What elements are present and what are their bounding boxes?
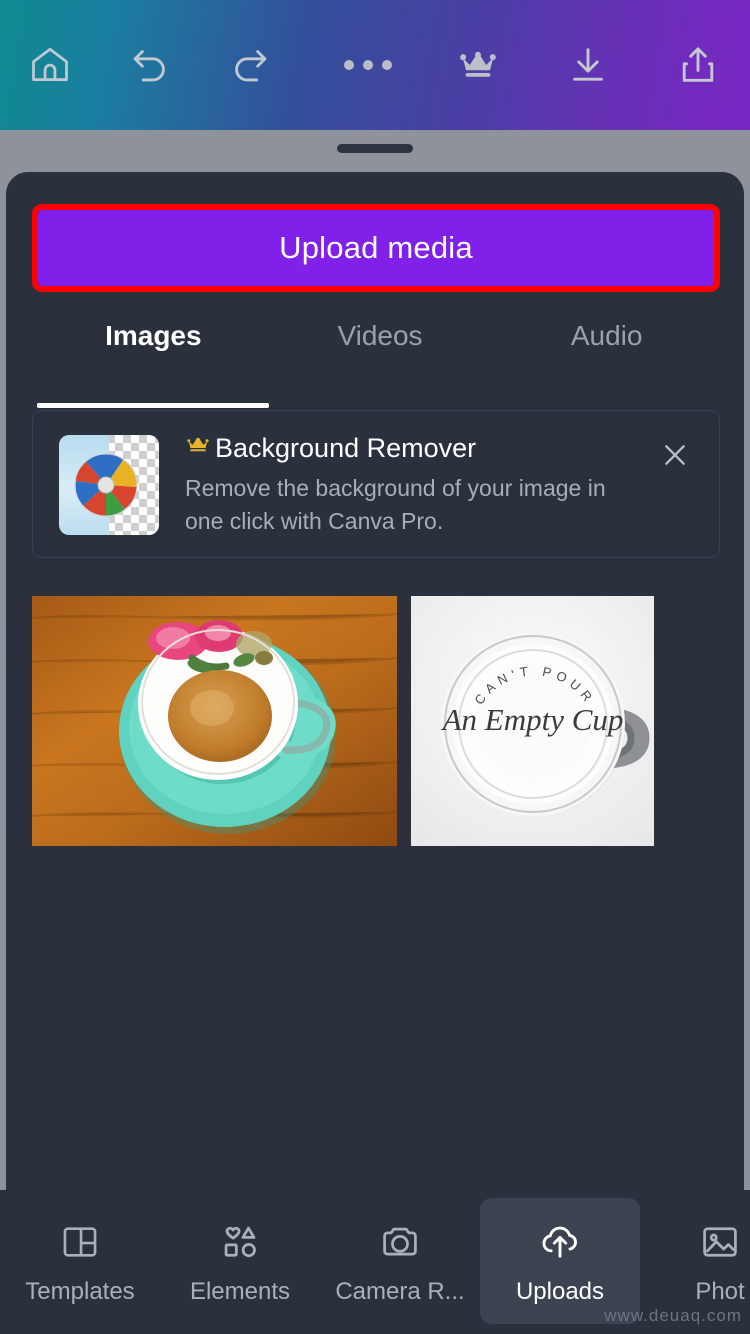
more-dots	[344, 60, 392, 70]
nav-label-photos: Phot	[695, 1278, 745, 1305]
upload-media-button[interactable]: Upload media	[38, 210, 714, 286]
crown-badge-icon	[185, 433, 211, 464]
toolbar-right-group	[338, 35, 750, 95]
download-icon[interactable]	[558, 35, 618, 95]
upload-media-highlight: Upload media	[32, 204, 720, 292]
promo-title-row: Background Remover	[185, 433, 645, 464]
toolbar-left-group	[0, 35, 280, 95]
nav-label-camera-roll: Camera R...	[335, 1278, 465, 1305]
nav-item-elements[interactable]: Elements	[160, 1198, 320, 1324]
templates-icon	[59, 1216, 101, 1268]
nav-item-templates[interactable]: Templates	[0, 1198, 160, 1324]
camera-icon	[378, 1216, 422, 1268]
upload-thumbnail-empty-cup[interactable]: CAN'T POUR FROM An Empty Cup	[411, 596, 654, 846]
tab-images[interactable]: Images	[37, 314, 270, 408]
crown-icon[interactable]	[448, 35, 508, 95]
tab-audio-label: Audio	[570, 320, 643, 351]
nav-item-camera-roll[interactable]: Camera R...	[320, 1198, 480, 1324]
undo-icon[interactable]	[120, 35, 180, 95]
canva-editor-screen: Upload media Images Videos Audio Backgro…	[0, 0, 750, 1334]
tab-active-underline	[37, 403, 270, 408]
sheet-drag-handle[interactable]	[337, 144, 413, 153]
sheet-backdrop	[0, 130, 750, 176]
tab-images-label: Images	[105, 320, 202, 351]
top-toolbar	[0, 0, 750, 130]
promo-text-block: Background Remover Remove the background…	[185, 433, 645, 538]
home-icon[interactable]	[20, 35, 80, 95]
uploads-panel: Upload media Images Videos Audio Backgro…	[6, 172, 744, 1334]
svg-text:An Empty Cup: An Empty Cup	[441, 702, 624, 737]
share-icon[interactable]	[668, 35, 728, 95]
bottom-navigation: Templates Elements Camera R... Uploads P…	[0, 1190, 750, 1334]
promo-description: Remove the background of your image in o…	[185, 475, 606, 534]
background-remover-promo-card[interactable]: Background Remover Remove the background…	[32, 410, 720, 558]
photos-icon	[698, 1216, 742, 1268]
close-icon[interactable]	[653, 433, 697, 477]
cloud-upload-icon	[537, 1216, 583, 1268]
nav-label-elements: Elements	[189, 1278, 291, 1305]
more-options-icon[interactable]	[338, 35, 398, 95]
nav-label-uploads: Uploads	[515, 1278, 605, 1305]
upload-thumbnail-teacup[interactable]	[32, 596, 397, 846]
media-type-tabs: Images Videos Audio	[37, 314, 720, 408]
nav-label-templates: Templates	[25, 1278, 135, 1305]
tab-audio[interactable]: Audio	[493, 314, 720, 394]
site-watermark: www.deuaq.com	[604, 1306, 742, 1325]
elements-icon	[218, 1216, 262, 1268]
beach-ball-thumbnail	[59, 435, 159, 535]
tab-videos-label: Videos	[337, 320, 423, 351]
redo-icon[interactable]	[220, 35, 280, 95]
promo-title: Background Remover	[215, 433, 477, 463]
tab-videos[interactable]: Videos	[267, 314, 494, 394]
